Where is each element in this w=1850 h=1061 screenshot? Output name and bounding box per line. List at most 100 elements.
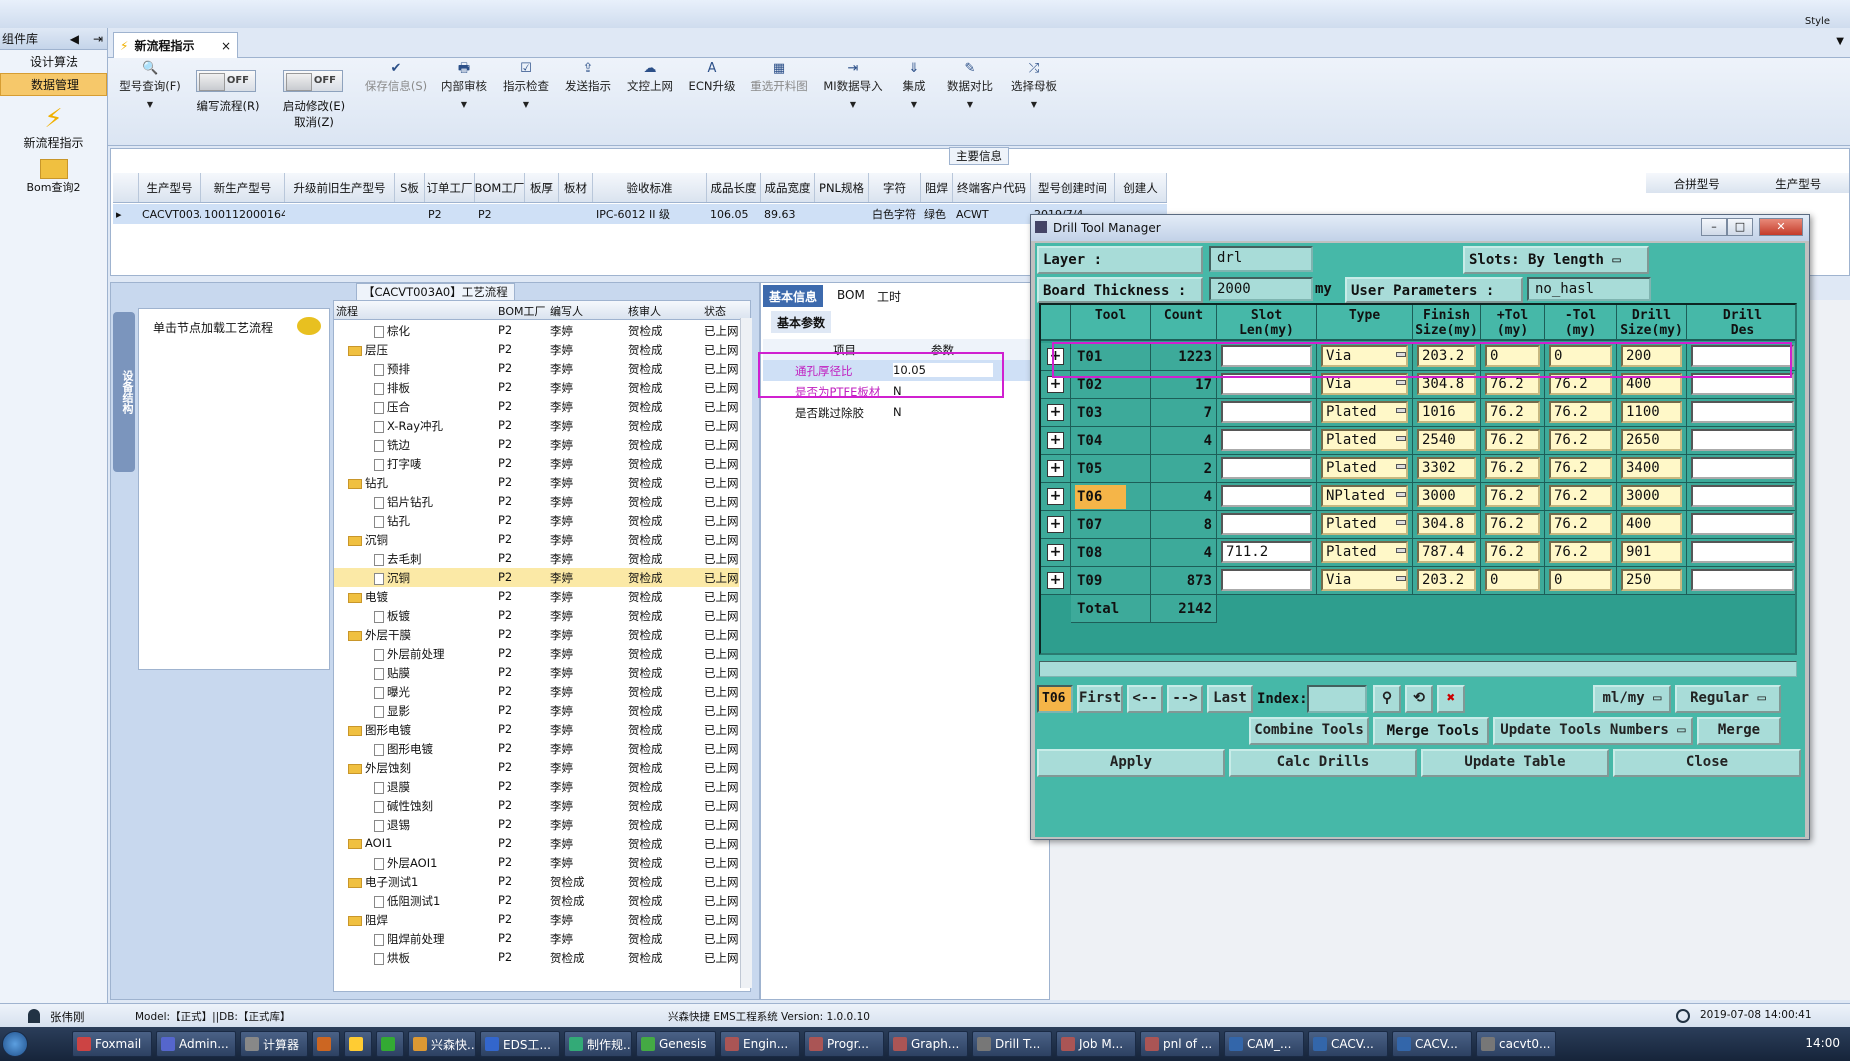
grid-hscrollbar[interactable] (1039, 661, 1797, 677)
tool-drill-field[interactable]: 250 (1621, 569, 1682, 591)
taskbar-item[interactable]: EDS工... (480, 1031, 560, 1057)
tree-row[interactable]: 去毛刺 P2 李婷 贺检成 已上网 (334, 549, 739, 568)
tool-ptol-field[interactable]: 76.2 (1485, 485, 1540, 507)
pin-icon[interactable]: ⇥ (93, 32, 103, 46)
next-button[interactable]: --> (1167, 685, 1203, 713)
taskbar-item[interactable]: Drill T... (972, 1031, 1052, 1057)
tree-row[interactable]: AOI1 P2 李婷 贺检成 已上网 (334, 834, 739, 853)
tool-row[interactable]: + T05 2 Plated 3302 76.2 76.2 3400 (1041, 455, 1795, 483)
tool-name[interactable]: T05 (1075, 457, 1126, 481)
taskbar-item[interactable]: Progr... (804, 1031, 884, 1057)
index-field[interactable] (1307, 685, 1367, 713)
type-dropdown[interactable]: Plated (1321, 541, 1408, 563)
tool-slot-field[interactable] (1221, 457, 1312, 479)
tool-slot-field[interactable] (1221, 429, 1312, 451)
tool-drill-field[interactable]: 3000 (1621, 485, 1682, 507)
board-thickness-field[interactable]: 2000 (1209, 277, 1313, 301)
tab-new-flow[interactable]: ⚡ 新流程指示 × (113, 32, 238, 58)
tree-row[interactable]: 钻孔 P2 李婷 贺检成 已上网 (334, 511, 739, 530)
tool-row[interactable]: + T06 4 NPlated 3000 76.2 76.2 3000 (1041, 483, 1795, 511)
tree-row[interactable]: 电镀 P2 李婷 贺检成 已上网 (334, 587, 739, 606)
main-col-header[interactable]: 阻焊 (921, 173, 953, 202)
taskbar-item[interactable]: Graph... (888, 1031, 968, 1057)
tool-drill-field[interactable]: 3400 (1621, 457, 1682, 479)
write-flow-toggle[interactable]: OFF (196, 70, 256, 92)
tree-row[interactable]: 外层前处理 P2 李婷 贺检成 已上网 (334, 644, 739, 663)
merge-button[interactable]: Merge (1697, 717, 1781, 745)
tree-row[interactable]: 阻焊 P2 李婷 贺检成 已上网 (334, 910, 739, 929)
tool-des-field[interactable] (1691, 541, 1794, 563)
tree-row[interactable]: 打字唛 P2 李婷 贺检成 已上网 (334, 454, 739, 473)
tree-row[interactable]: 沉铜 P2 李婷 贺检成 已上网 (334, 568, 739, 587)
tool-des-field[interactable] (1691, 457, 1794, 479)
first-button[interactable]: First (1077, 685, 1123, 713)
user-params-field[interactable]: no_hasl (1527, 277, 1651, 301)
left-item-design-algo[interactable]: 设计算法 (0, 50, 107, 73)
taskbar-item[interactable]: Admin... (156, 1031, 236, 1057)
tool-row[interactable]: + T07 8 Plated 304.8 76.2 76.2 400 (1041, 511, 1795, 539)
tool-drill-field[interactable]: 2650 (1621, 429, 1682, 451)
expand-icon[interactable]: + (1047, 376, 1064, 393)
main-col-header[interactable]: 升级前旧生产型号 (285, 173, 395, 202)
tab-labor-hours[interactable]: 工时 (871, 285, 907, 307)
main-col-header[interactable]: S板 (395, 173, 425, 202)
combine-tools-button[interactable]: Combine Tools (1249, 717, 1369, 745)
main-info-row[interactable]: ▸ CACVT003A010011200016475 P2 P2 IPC-6012 II… (113, 204, 1167, 224)
param-row[interactable]: 是否跳过除胶 N (763, 402, 1043, 423)
tool-slot-field[interactable] (1221, 513, 1312, 535)
taskbar-item[interactable]: pnl of ... (1140, 1031, 1220, 1057)
tool-ptol-field[interactable]: 76.2 (1485, 513, 1540, 535)
type-dropdown[interactable]: Plated (1321, 429, 1408, 451)
tree-row[interactable]: 图形电镀 P2 李婷 贺检成 已上网 (334, 720, 739, 739)
tool-ptol-field[interactable]: 76.2 (1485, 541, 1540, 563)
tool-ptol-field[interactable]: 76.2 (1485, 429, 1540, 451)
main-col-header[interactable]: 订单工厂 (425, 173, 475, 202)
tool-name[interactable]: T06 (1075, 485, 1126, 509)
tool-finish-field[interactable]: 3302 (1417, 457, 1476, 479)
doc-online-button[interactable]: ☁ 文控上网 (622, 62, 678, 94)
tool-row[interactable]: + T09 873 Via 203.2 0 0 250 (1041, 567, 1795, 595)
tool-finish-field[interactable]: 203.2 (1417, 569, 1476, 591)
tree-row[interactable]: 外层干膜 P2 李婷 贺检成 已上网 (334, 625, 739, 644)
taskbar-item[interactable]: Foxmail (72, 1031, 152, 1057)
tree-row[interactable]: 层压 P2 李婷 贺检成 已上网 (334, 340, 739, 359)
taskbar-item[interactable]: 制作规... (564, 1031, 632, 1057)
tool-drill-field[interactable]: 901 (1621, 541, 1682, 563)
close-icon[interactable]: ✕ (1759, 218, 1803, 236)
tool-finish-field[interactable]: 304.8 (1417, 513, 1476, 535)
taskbar-item[interactable]: Engin... (720, 1031, 800, 1057)
taskbar-item[interactable]: CACV... (1308, 1031, 1388, 1057)
tree-scrollbar[interactable] (740, 318, 752, 988)
main-col-header[interactable]: 终端客户代码 (953, 173, 1031, 202)
tree-row[interactable]: 低阻测试1 P2 贺检成 贺检成 已上网 (334, 891, 739, 910)
tree-row[interactable]: X-Ray冲孔 P2 李婷 贺检成 已上网 (334, 416, 739, 435)
tree-row[interactable]: 退膜 P2 李婷 贺检成 已上网 (334, 777, 739, 796)
tool-row[interactable]: + T03 7 Plated 1016 76.2 76.2 1100 (1041, 399, 1795, 427)
tab-menu-arrow-icon[interactable]: ▼ (1836, 36, 1844, 47)
apply-button[interactable]: Apply (1037, 749, 1225, 777)
tool-name[interactable]: T08 (1075, 541, 1126, 565)
tool-drill-field[interactable]: 1100 (1621, 401, 1682, 423)
taskbar-item[interactable]: Job M... (1056, 1031, 1136, 1057)
main-col-header[interactable]: 生产型号 (139, 173, 201, 202)
tool-des-field[interactable] (1691, 485, 1794, 507)
model-query-button[interactable]: 🔍 型号查询(F) ▼ (114, 62, 186, 110)
tool-slot-field[interactable] (1221, 401, 1312, 423)
main-col-header[interactable]: 字符 (869, 173, 921, 202)
mode-dropdown[interactable]: Regular ▭ (1675, 685, 1781, 713)
taskbar-item[interactable] (344, 1031, 372, 1057)
tool-row[interactable]: + T08 4 711.2 Plated 787.4 76.2 76.2 901 (1041, 539, 1795, 567)
layer-field[interactable]: drl (1209, 246, 1313, 272)
expand-icon[interactable]: + (1047, 544, 1064, 561)
expand-icon[interactable]: + (1047, 488, 1064, 505)
tool-ptol-field[interactable]: 76.2 (1485, 457, 1540, 479)
ecn-upgrade-button[interactable]: A ECN升级 (684, 62, 740, 94)
tree-row[interactable]: 图形电镀 P2 李婷 贺检成 已上网 (334, 739, 739, 758)
taskbar-item[interactable]: CAM_... (1224, 1031, 1304, 1057)
tool-finish-field[interactable]: 2540 (1417, 429, 1476, 451)
expand-icon[interactable]: + (1047, 460, 1064, 477)
minimize-icon[interactable]: – (1701, 218, 1727, 236)
taskbar-item[interactable] (376, 1031, 404, 1057)
slots-control[interactable]: Slots: By length ▭ (1463, 246, 1649, 274)
type-dropdown[interactable]: Plated (1321, 401, 1408, 423)
